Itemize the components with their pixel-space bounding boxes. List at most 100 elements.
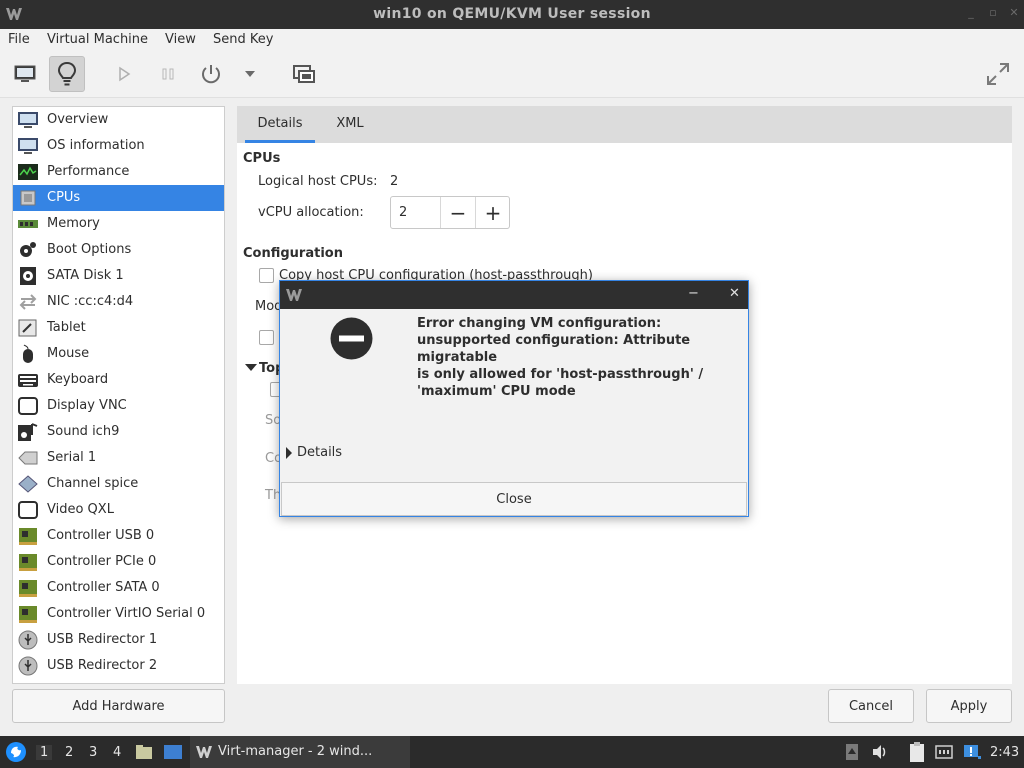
sidebar-item-display-vnc[interactable]: Display VNC [13, 393, 224, 419]
details-expander-icon[interactable] [286, 447, 292, 459]
window-titlebar: win10 on QEMU/KVM User session _ ▫ ✕ [0, 0, 1024, 29]
memory-icon [17, 214, 39, 234]
error-message: Error changing VM configuration: unsuppo… [417, 316, 704, 399]
details-button[interactable] [49, 56, 85, 92]
virt-manager-icon [196, 746, 212, 758]
sidebar-item-label: CPUs [47, 190, 81, 205]
workspace-4[interactable]: 4 [113, 745, 121, 760]
sidebar-item-usb-redirector-2[interactable]: USB Redirector 2 [13, 653, 224, 679]
menu-send-key[interactable]: Send Key [213, 32, 273, 47]
taskbar: 1 2 3 4 Virt-manager - 2 wind... 2:43 [0, 736, 1024, 768]
sidebar-item-label: Tablet [47, 320, 86, 335]
sidebar-item-boot-options[interactable]: Boot Options [13, 237, 224, 263]
dialog-minimize-icon[interactable]: − [688, 286, 699, 301]
menu-view[interactable]: View [165, 32, 196, 47]
vcpu-allocation-stepper[interactable]: 2 − + [390, 196, 510, 229]
workspace-1[interactable]: 1 [36, 745, 53, 760]
fullscreen-button[interactable] [980, 56, 1016, 92]
sidebar-item-label: Keyboard [47, 372, 109, 387]
manual-cpu-checkbox[interactable] [259, 330, 274, 345]
sidebar-item-usb-redirector-1[interactable]: USB Redirector 1 [13, 627, 224, 653]
menu-virtual-machine[interactable]: Virtual Machine [47, 32, 148, 47]
clipboard-icon[interactable] [907, 741, 927, 763]
copy-host-cpu-checkbox[interactable] [259, 268, 274, 283]
monitor-info-icon [17, 136, 39, 156]
logical-cpus-value: 2 [390, 174, 399, 189]
sidebar-item-label: Controller PCIe 0 [47, 554, 157, 569]
snapshot-button[interactable] [286, 56, 322, 92]
network-arrows-icon [17, 292, 39, 312]
cancel-button[interactable]: Cancel [828, 689, 914, 723]
menu-file[interactable]: File [8, 32, 30, 47]
sidebar-item-controller-virtio-serial-0[interactable]: Controller VirtIO Serial 0 [13, 601, 224, 627]
network-icon[interactable] [934, 742, 954, 762]
topology-expander-icon[interactable] [245, 364, 257, 371]
sidebar-item-serial-1[interactable]: Serial 1 [13, 445, 224, 471]
close-icon[interactable]: ✕ [1007, 6, 1021, 20]
sidebar-item-overview[interactable]: Overview [13, 107, 224, 133]
console-button[interactable] [7, 56, 43, 92]
power-menu-button[interactable] [232, 56, 268, 92]
sidebar-item-sata-disk-1[interactable]: SATA Disk 1 [13, 263, 224, 289]
sidebar-item-tablet[interactable]: Tablet [13, 315, 224, 341]
increment-button[interactable]: + [475, 197, 510, 228]
error-dialog: − ✕ Error changing VM configuration: uns… [279, 280, 749, 517]
sidebar-item-channel-spice[interactable]: Channel spice [13, 471, 224, 497]
sidebar-item-sound-ich9[interactable]: Sound ich9 [13, 419, 224, 445]
sidebar-item-keyboard[interactable]: Keyboard [13, 367, 224, 393]
minimize-icon[interactable]: _ [964, 6, 978, 20]
sidebar-item-os-information[interactable]: OS information [13, 133, 224, 159]
sidebar-item-nic-cc-c4-d4[interactable]: NIC :cc:c4:d4 [13, 289, 224, 315]
workspace-3[interactable]: 3 [89, 745, 97, 760]
power-icon [202, 65, 220, 84]
mouse-icon [17, 344, 39, 364]
maximize-icon[interactable]: ▫ [986, 6, 1000, 20]
sidebar-item-label: Video QXL [47, 502, 114, 517]
error-icon [330, 317, 373, 360]
sidebar-item-video-qxl[interactable]: Video QXL [13, 497, 224, 523]
clock: 2:43 [990, 745, 1020, 760]
sidebar-item-mouse[interactable]: Mouse [13, 341, 224, 367]
window-title: win10 on QEMU/KVM User session [373, 6, 651, 22]
sidebar-item-memory[interactable]: Memory [13, 211, 224, 237]
sidebar-item-label: Mouse [47, 346, 90, 361]
tab-bar: Details XML [237, 106, 1012, 143]
controller-card-icon [17, 526, 39, 546]
run-button[interactable] [106, 56, 142, 92]
decrement-button[interactable]: − [440, 197, 475, 228]
display-icon [17, 396, 39, 416]
snapshot-icon [293, 65, 315, 83]
power-menu-chevron-icon [245, 71, 255, 77]
sidebar-item-label: USB Redirector 2 [47, 658, 158, 673]
workspace-2[interactable]: 2 [65, 745, 73, 760]
add-hardware-button[interactable]: Add Hardware [12, 689, 225, 723]
app-logo-icon [286, 289, 302, 301]
notification-icon[interactable] [962, 742, 982, 762]
details-lightbulb-icon [57, 61, 77, 86]
tablet-icon [17, 318, 39, 338]
details-expander-label[interactable]: Details [297, 445, 342, 460]
taskbar-task-virt-manager[interactable]: Virt-manager - 2 wind... [190, 736, 410, 768]
vcpu-allocation-value[interactable]: 2 [399, 205, 407, 220]
start-menu-icon[interactable] [5, 741, 27, 763]
file-manager-icon[interactable] [135, 743, 153, 761]
terminal-icon[interactable] [163, 743, 183, 761]
eject-icon[interactable] [845, 743, 859, 761]
pause-button[interactable] [150, 56, 186, 92]
apply-button[interactable]: Apply [926, 689, 1012, 723]
sidebar-item-controller-usb-0[interactable]: Controller USB 0 [13, 523, 224, 549]
power-button[interactable] [193, 56, 229, 92]
usb-icon [17, 630, 39, 650]
fullscreen-icon [987, 63, 1009, 85]
dialog-close-button[interactable]: Close [281, 482, 747, 516]
volume-icon[interactable] [871, 743, 889, 761]
sidebar-item-performance[interactable]: Performance [13, 159, 224, 185]
dialog-close-icon[interactable]: ✕ [729, 286, 740, 301]
sidebar-item-controller-sata-0[interactable]: Controller SATA 0 [13, 575, 224, 601]
tab-details[interactable]: Details [245, 106, 315, 143]
sidebar-item-controller-pcie-0[interactable]: Controller PCIe 0 [13, 549, 224, 575]
channel-icon [17, 474, 39, 494]
sidebar-item-cpus[interactable]: CPUs [13, 185, 224, 211]
tab-xml[interactable]: XML [325, 106, 375, 143]
sidebar-item-label: Serial 1 [47, 450, 97, 465]
